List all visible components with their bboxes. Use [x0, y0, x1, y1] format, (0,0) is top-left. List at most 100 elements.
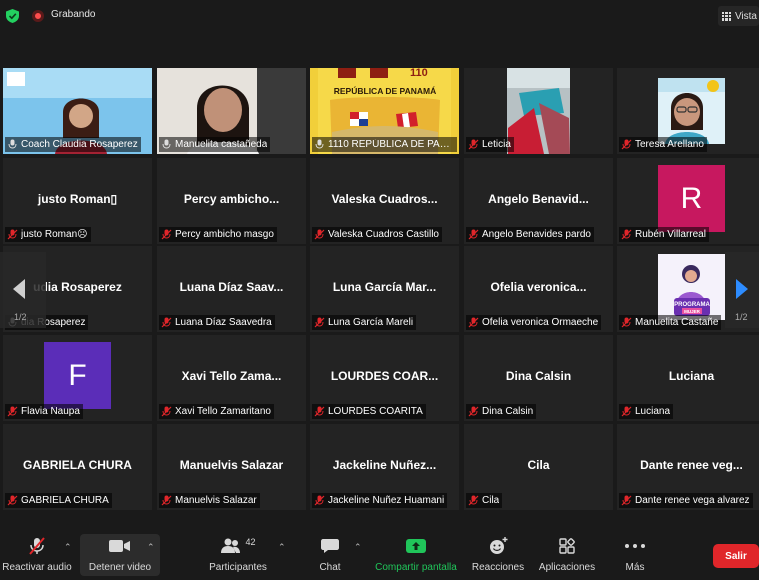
more-button[interactable]: Más	[618, 536, 652, 573]
participant-name-label: Angelo Benavides pardo	[466, 227, 594, 242]
participant-name: Teresa Arellano	[635, 139, 704, 150]
program-title-text: PROGRAMA	[674, 302, 710, 308]
more-options-icon	[625, 544, 645, 548]
apps-button[interactable]: Aplicaciones	[536, 536, 598, 573]
participant-tile[interactable]: 110 REPÚBLICA DE PANAMÁ 1110 REPÚBLICA DE …	[310, 68, 459, 154]
reactions-button[interactable]: Reacciones	[470, 536, 526, 573]
chat-button[interactable]: Chat	[312, 536, 348, 573]
muted-mic-icon	[621, 406, 632, 417]
avatar-initial: F	[68, 358, 87, 392]
participants-options-chevron-icon[interactable]: ⌃	[278, 542, 286, 553]
participant-name-label: Teresa Arellano	[619, 137, 707, 152]
participant-name: Flavia Ñaupa	[21, 406, 80, 417]
participant-name-label: Manuelvis Salazar	[159, 493, 260, 508]
avatar-initial: R	[680, 181, 703, 215]
unmute-button[interactable]: Reactivar audio	[2, 536, 72, 573]
video-options-chevron-icon[interactable]: ⌃	[147, 542, 155, 553]
next-page-button[interactable]: 1/2	[725, 252, 759, 328]
participant-tile[interactable]: Manuelita castañeda	[157, 68, 306, 154]
shield-icon[interactable]	[6, 9, 19, 23]
participant-tile[interactable]: Coach Claudia Rosaperez	[3, 68, 152, 154]
page-indicator-right: 1/2	[735, 312, 748, 322]
participant-tile[interactable]: R Rubén Villarreal	[617, 158, 759, 244]
participant-tile[interactable]: Dina Calsin Dina Calsin	[464, 335, 613, 421]
participant-tile[interactable]: F Flavia Ñaupa	[3, 335, 152, 421]
mic-icon	[315, 139, 324, 149]
participant-name: Manuelita Castañe	[635, 317, 719, 328]
stop-video-button[interactable]: Detener video	[80, 534, 160, 576]
recording-icon[interactable]	[32, 10, 44, 22]
muted-mic-icon	[161, 495, 172, 506]
participant-name: Luciana	[635, 406, 671, 417]
video-camera-icon	[109, 540, 130, 552]
participant-tile[interactable]: LOURDES COAR... LOURDES COARITA	[310, 335, 459, 421]
participant-tile[interactable]: Luciana Luciana	[617, 335, 759, 421]
avatar: R	[658, 165, 725, 232]
participant-name: Angelo Benavides pardo	[482, 229, 591, 240]
participant-tile[interactable]: Leticia	[464, 68, 613, 154]
participant-name: Cila	[482, 495, 500, 506]
apps-label: Aplicaciones	[538, 562, 596, 573]
muted-mic-icon	[468, 495, 479, 506]
participant-display-name: LOURDES COAR...	[330, 369, 439, 383]
muted-mic-icon	[621, 495, 632, 506]
muted-mic-icon	[468, 229, 479, 240]
participant-tile[interactable]: Luna García Mar... Luna García Mareli	[310, 246, 459, 332]
participant-display-name: Cila	[527, 458, 550, 472]
participant-name: Leticia	[482, 139, 511, 150]
participant-tile[interactable]: Manuelvis Salazar Manuelvis Salazar	[157, 424, 306, 510]
meeting-top-bar: Grabando Vista	[0, 0, 759, 32]
muted-mic-icon	[7, 406, 18, 417]
participant-tile[interactable]: Valeska Cuadros... Valeska Cuadros Castil…	[310, 158, 459, 244]
audio-options-chevron-icon[interactable]: ⌃	[64, 542, 72, 553]
muted-mic-icon	[161, 317, 172, 328]
reactions-label: Reacciones	[471, 562, 525, 573]
muted-mic-icon	[7, 229, 18, 240]
participants-label: Participantes	[209, 562, 267, 573]
previous-page-button[interactable]: 1/2	[0, 252, 46, 328]
participant-tile[interactable]: GABRIELA CHURA GABRIELA CHURA	[3, 424, 152, 510]
muted-mic-icon	[468, 406, 479, 417]
muted-mic-icon	[621, 317, 632, 328]
apps-icon	[559, 538, 575, 554]
share-screen-button[interactable]: Compartir pantalla	[372, 536, 460, 573]
unmute-label: Reactivar audio	[2, 562, 72, 573]
participant-name: Manuelvis Salazar	[175, 495, 257, 506]
participant-tile[interactable]: Xavi Tello Zama... Xavi Tello Zamaritano	[157, 335, 306, 421]
participant-name: Jackeline Nuñez Huamani	[328, 495, 445, 506]
grid-view-icon	[721, 11, 731, 21]
participant-name: justo Roman☹	[21, 229, 88, 240]
participant-name: Rubén Villarreal	[635, 229, 706, 240]
participant-name-label: Valeska Cuadros Castillo	[312, 227, 442, 242]
participant-tile[interactable]: Jackeline Nuñez... Jackeline Nuñez Huaman…	[310, 424, 459, 510]
participant-tile[interactable]: Luana Díaz Saav... Luana Díaz Saavedra	[157, 246, 306, 332]
participant-tile[interactable]: Percy ambicho... Percy ambicho masgo	[157, 158, 306, 244]
muted-mic-icon	[314, 317, 325, 328]
mic-icon	[8, 139, 17, 149]
participant-name-label: Luciana	[619, 404, 674, 419]
participant-name-label: Leticia	[466, 137, 514, 152]
avatar: F	[44, 342, 111, 409]
participant-tile[interactable]: justo Roman▯ justo Roman☹	[3, 158, 152, 244]
participant-name-label: Manuelita castañeda	[159, 137, 271, 152]
participant-name-label: Dante renee vega alvarez	[619, 493, 753, 508]
recording-label[interactable]: Grabando	[51, 9, 95, 20]
muted-mic-icon	[7, 495, 18, 506]
participants-button[interactable]: 42 Participantes	[205, 536, 271, 573]
participant-tile[interactable]: Angelo Benavid... Angelo Benavides pardo	[464, 158, 613, 244]
leave-button[interactable]: Salir	[713, 544, 759, 568]
participant-tile[interactable]: Ofelia veronica... Ofelia veronica Ormaec…	[464, 246, 613, 332]
participant-name: LOURDES COARITA	[328, 406, 423, 417]
share-screen-label: Compartir pantalla	[375, 562, 457, 573]
participant-display-name: Luana Díaz Saav...	[179, 280, 284, 294]
participant-name: Valeska Cuadros Castillo	[328, 229, 439, 240]
participant-tile[interactable]: Cila Cila	[464, 424, 613, 510]
chat-icon	[321, 539, 339, 553]
participant-tile[interactable]: Dante renee veg... Dante renee vega alvar…	[617, 424, 759, 510]
participant-tile[interactable]: Teresa Arellano	[617, 68, 759, 154]
participant-name: Dina Calsin	[482, 406, 534, 417]
chat-options-chevron-icon[interactable]: ⌃	[354, 542, 362, 553]
participant-display-name: Dante renee veg...	[640, 458, 743, 472]
program-subtitle-text: MUJER	[684, 309, 701, 314]
view-button[interactable]: Vista	[717, 6, 759, 26]
